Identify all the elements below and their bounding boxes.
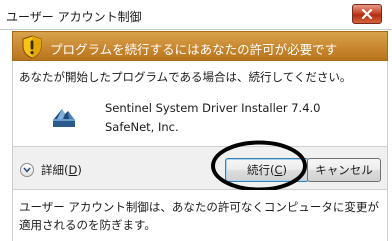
continue-button[interactable]: 続行(C) (225, 158, 309, 182)
close-button[interactable] (352, 4, 382, 24)
question-text: あなたが開始したプログラムである場合は、続行してください。 (19, 70, 352, 84)
program-name: Sentinel System Driver Installer 7.4.0 (105, 101, 321, 115)
details-label-prefix: 詳細( (41, 163, 69, 177)
details-toggle[interactable]: 詳細(D) (20, 161, 82, 179)
continue-access-key: C (274, 163, 283, 177)
continue-label-suffix: ) (282, 163, 288, 177)
continue-label-prefix: 続行( (246, 163, 275, 177)
cancel-button[interactable]: キャンセル (307, 158, 381, 182)
close-icon (361, 9, 373, 19)
shield-warning-icon (22, 35, 42, 59)
publisher-name: SafeNet, Inc. (105, 120, 179, 134)
uac-dialog: ユーザー アカウント制御 プログラムを続行するにはあなたの許可が必要です あなた… (0, 0, 392, 241)
banner-text: プログラムを続行するにはあなたの許可が必要です (50, 42, 338, 57)
window-title: ユーザー アカウント制御 (6, 10, 142, 24)
footer-text: ユーザー アカウント制御は、あなたの許可なくコンピュータに変更が適用されるのを防… (19, 200, 379, 232)
title-bar: ユーザー アカウント制御 (0, 0, 392, 30)
details-label-suffix: ) (77, 163, 82, 177)
installer-icon (53, 109, 75, 127)
details-label: 詳細(D) (41, 162, 82, 178)
button-bar: 詳細(D) 続行(C) キャンセル (12, 146, 388, 190)
content-area: あなたが開始したプログラムである場合は、続行してください。 Sentinel S… (12, 61, 388, 146)
chevron-down-icon (20, 163, 34, 177)
footer: ユーザー アカウント制御は、あなたの許可なくコンピュータに変更が適用されるのを防… (12, 190, 388, 241)
warning-banner: プログラムを続行するにはあなたの許可が必要です (12, 31, 388, 61)
